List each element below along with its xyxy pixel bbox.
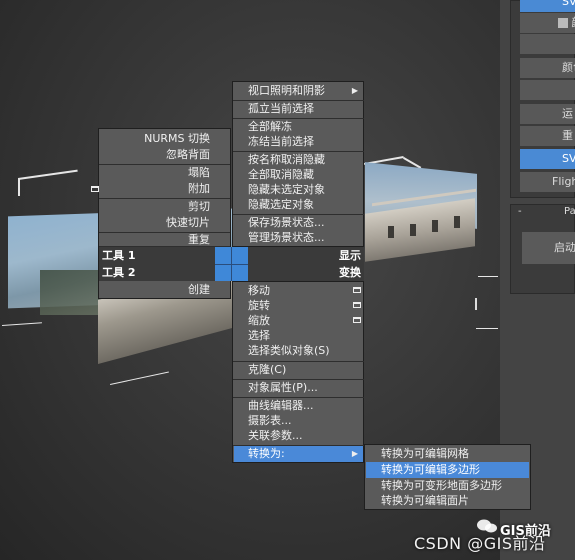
settings-box-icon[interactable] xyxy=(353,302,361,308)
menu-item-create[interactable]: 创建 xyxy=(101,282,214,298)
quad-center-divider xyxy=(215,264,248,265)
menu-item-unhide-all[interactable]: 全部取消隐藏 xyxy=(234,167,363,183)
panel-button-flight[interactable]: Fligh xyxy=(520,172,575,192)
menu-item-scale[interactable]: 缩放 xyxy=(234,313,363,329)
panel-button-run[interactable]: 运 xyxy=(520,104,575,124)
settings-box-icon[interactable] xyxy=(353,287,361,293)
menu-item-select-similar[interactable]: 选择类似对象(S) xyxy=(234,343,363,359)
menu-item-rotate[interactable]: 旋转 xyxy=(234,298,363,314)
building-window xyxy=(410,224,416,236)
menu-item-unhide-by-name[interactable]: 按名称取消隐藏 xyxy=(234,152,363,168)
menu-item-unfreeze-all[interactable]: 全部解冻 xyxy=(234,119,363,135)
menu-item-move[interactable]: 移动 xyxy=(234,283,363,299)
menu-item-isolate-selection[interactable]: 孤立当前选择 xyxy=(234,101,363,117)
menu-item-save-scene-state[interactable]: 保存场景状态... xyxy=(234,215,363,231)
quad-header-tools-1[interactable]: 工具 1 xyxy=(99,247,215,264)
convert-to-submenu: 转换为可编辑网格 转换为可编辑多边形 转换为可变形地面多边形 转换为可编辑面片 xyxy=(364,444,531,510)
rollout-start-button[interactable]: 启动 xyxy=(522,232,575,264)
panel-button-icon xyxy=(558,18,568,28)
menu-item-cut[interactable]: 剪切 xyxy=(101,199,214,215)
menu-item-quickslice[interactable]: 快速切片 xyxy=(101,215,214,231)
panel-button-reset[interactable]: 重 xyxy=(520,126,575,146)
panel-button[interactable] xyxy=(520,34,575,54)
quad-menu-display: 视口照明和阴影 ▶ 孤立当前选择 全部解冻 冻结当前选择 按名称取消隐藏 全部取… xyxy=(232,81,364,247)
menu-item-hide-unselected[interactable]: 隐藏未选定对象 xyxy=(234,182,363,198)
panel-button-color[interactable]: 颜色 xyxy=(520,58,575,78)
bounding-box-line xyxy=(18,169,78,180)
settings-box-icon[interactable] xyxy=(353,317,361,323)
bounding-box-line xyxy=(2,322,42,326)
bounding-box-line xyxy=(475,298,477,310)
rollout-header[interactable]: - Pa xyxy=(510,206,575,220)
menu-item-convert-to[interactable]: 转换为: ▶ xyxy=(234,446,363,462)
bounding-box-line xyxy=(478,276,498,277)
settings-box-icon[interactable] xyxy=(91,186,99,192)
menu-item-collapse[interactable]: 塌陷 xyxy=(101,165,214,181)
submenu-item-editable-patch[interactable]: 转换为可编辑面片 xyxy=(366,493,529,509)
menu-item-wire-parameters[interactable]: 关联参数... xyxy=(234,428,363,444)
bounding-box-line xyxy=(110,371,169,385)
panel-button-svs[interactable]: SVS xyxy=(520,0,575,12)
menu-item-curve-editor[interactable]: 曲线编辑器... xyxy=(234,398,363,414)
menu-item-object-properties[interactable]: 对象属性(P)... xyxy=(234,380,363,396)
menu-item-hide-selection[interactable]: 隐藏选定对象 xyxy=(234,197,363,213)
watermark-text: CSDN @GIS前沿 xyxy=(414,534,546,553)
menu-item-ignore-backfacing[interactable]: 忽略背面 xyxy=(101,147,214,163)
quad-header-transform[interactable]: 变换 xyxy=(248,264,364,281)
quad-header-display[interactable]: 显示 xyxy=(248,247,364,264)
menu-item-dope-sheet[interactable]: 摄影表... xyxy=(234,413,363,429)
menu-item-viewport-lighting[interactable]: 视口照明和阴影 ▶ xyxy=(234,83,363,99)
menu-item-manage-scene-states[interactable]: 管理场景状态... xyxy=(234,230,363,246)
bounding-box-line xyxy=(476,328,498,329)
bounding-box-line xyxy=(18,178,20,196)
panel-button[interactable] xyxy=(520,80,575,100)
quad-menu-transform: 移动 旋转 缩放 选择 选择类似对象(S) 克隆(C) 对象属性(P)... 曲… xyxy=(232,281,364,463)
submenu-item-editable-mesh[interactable]: 转换为可编辑网格 xyxy=(366,446,529,462)
building-window xyxy=(388,226,394,238)
panel-button-svs-active[interactable]: SVS xyxy=(520,149,575,169)
rollout-collapse-toggle[interactable]: - xyxy=(518,206,522,217)
menu-item-select[interactable]: 选择 xyxy=(234,328,363,344)
menu-item-freeze-selection[interactable]: 冻结当前选择 xyxy=(234,134,363,150)
rollout-title: Pa xyxy=(564,206,575,217)
menu-item-clone[interactable]: 克隆(C) xyxy=(234,362,363,378)
submenu-arrow-icon: ▶ xyxy=(351,86,358,95)
building-window xyxy=(454,216,460,228)
panel-button[interactable]: 颜 xyxy=(520,13,575,33)
quad-header-tools-2[interactable]: 工具 2 xyxy=(99,264,215,281)
menu-item-attach[interactable]: 附加 xyxy=(91,181,214,197)
submenu-arrow-icon: ▶ xyxy=(351,449,358,458)
submenu-item-deformable-gpoly[interactable]: 转换为可变形地面多边形 xyxy=(366,478,529,494)
menu-item-nurms-toggle[interactable]: NURMS 切换 xyxy=(101,131,214,147)
building-window xyxy=(432,220,438,232)
submenu-item-editable-poly[interactable]: 转换为可编辑多边形 xyxy=(366,462,529,478)
